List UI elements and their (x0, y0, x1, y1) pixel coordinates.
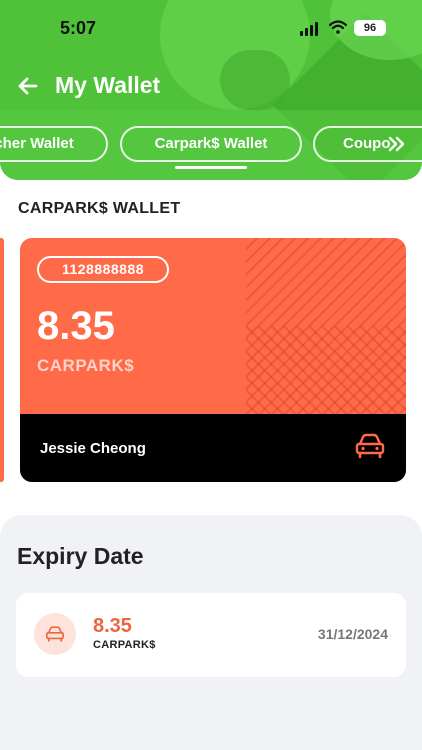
car-icon (355, 433, 385, 459)
wallet-balance: 8.35 (37, 304, 115, 348)
status-time: 5:07 (60, 18, 97, 38)
wallet-currency-unit: CARPARK$ (37, 356, 135, 375)
wallet-tabs: cher Wallet Carpark$ Wallet Coupo (0, 126, 422, 162)
section-title: CARPARK$ WALLET (18, 200, 181, 217)
double-chevron-right-icon[interactable] (388, 136, 406, 152)
header: 5:07 96 My Wallet cher Wallet Carpark$ W… (0, 0, 422, 180)
wallet-card[interactable]: 1128888888 8.35 CARPARK$ Jessie Cheong (20, 238, 406, 482)
expiry-title: Expiry Date (17, 543, 144, 569)
expiry-panel: Expiry Date 8.35 CARPARK$ 31/12/2024 (0, 515, 422, 750)
card-holder-name: Jessie Cheong (40, 440, 146, 457)
tab-voucher-wallet[interactable]: cher Wallet (0, 126, 108, 162)
wifi-icon (329, 20, 347, 34)
card-footer: Jessie Cheong (20, 414, 406, 482)
car-icon (34, 613, 76, 655)
expiry-unit: CARPARK$ (93, 639, 156, 651)
signal-icon (300, 22, 320, 36)
header-decoration (220, 50, 290, 110)
page-title: My Wallet (55, 72, 161, 98)
account-number-badge: 1128888888 (37, 256, 169, 283)
status-bar: 5:07 96 (0, 0, 422, 56)
expiry-date: 31/12/2024 (317, 626, 388, 642)
back-arrow-icon[interactable] (16, 74, 40, 98)
active-tab-indicator (175, 166, 247, 169)
previous-card-peek[interactable] (0, 238, 4, 482)
card-pattern (246, 326, 406, 414)
expiry-amount: 8.35 (93, 615, 132, 637)
expiry-item: 8.35 CARPARK$ 31/12/2024 (16, 593, 406, 677)
tab-carpark-wallet[interactable]: Carpark$ Wallet (120, 126, 302, 162)
battery-icon: 96 (354, 20, 386, 36)
